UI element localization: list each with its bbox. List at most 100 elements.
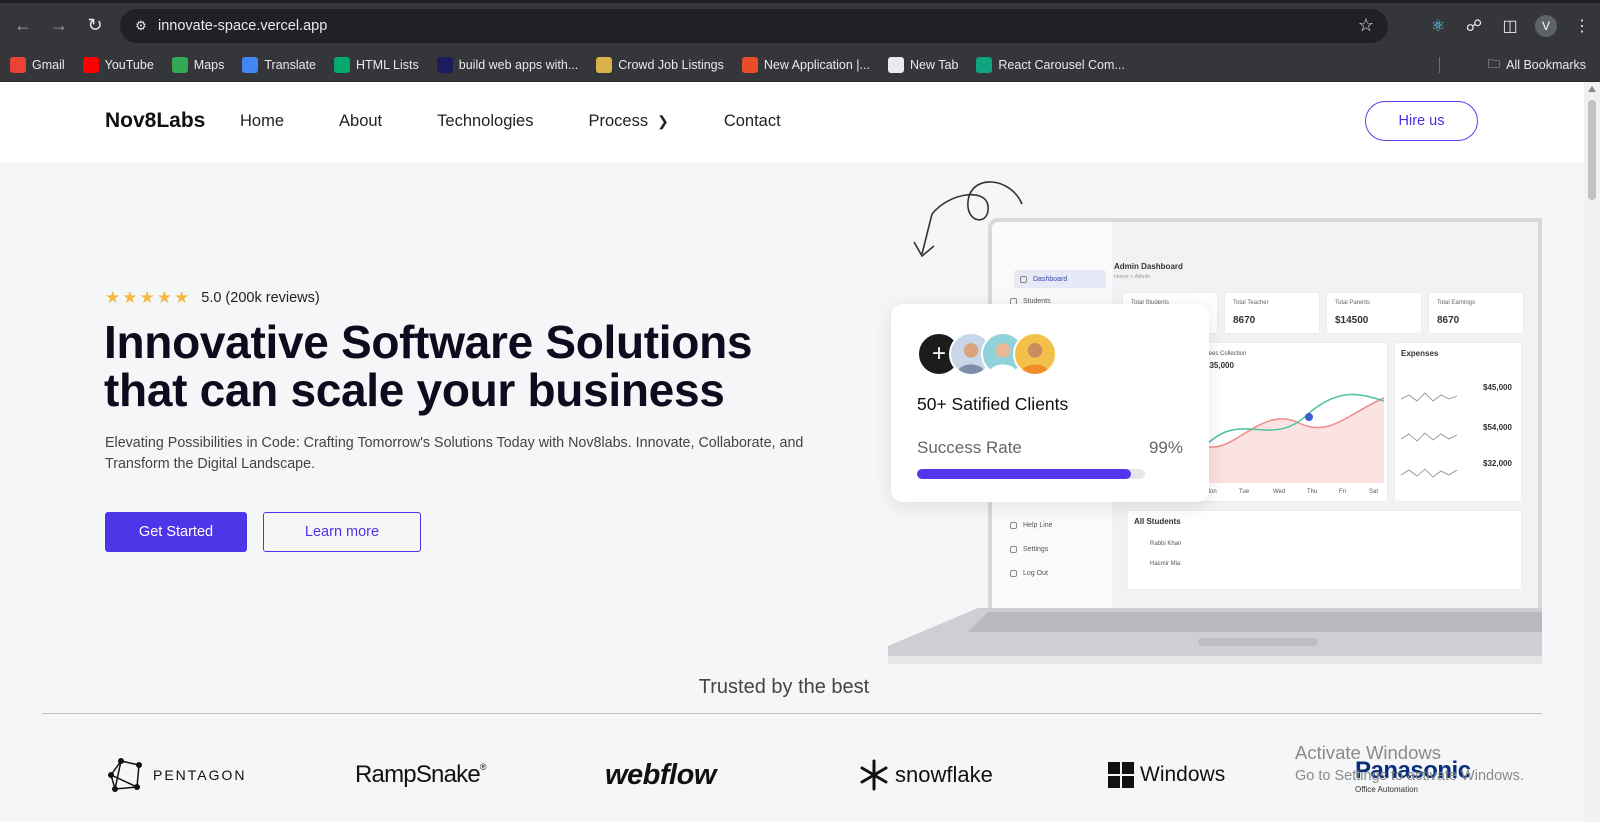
hero-title-line-2: that can scale your business [104, 364, 725, 416]
star-icon: ★ [122, 288, 138, 307]
snowflake-icon [860, 759, 888, 791]
success-rate-bar [917, 469, 1145, 479]
bookmark-label: New Application |... [763, 57, 870, 72]
url-text[interactable]: innovate-space.vercel.app [158, 18, 327, 34]
hero-title: Innovative Software Solutions that can s… [104, 318, 834, 414]
react-devtools-icon[interactable]: ⚛ [1420, 8, 1456, 44]
laptop-keyboard [888, 608, 1542, 664]
rating-text: 5.0 (200k reviews) [201, 290, 320, 306]
trusted-heading: Trusted by the best [698, 676, 870, 698]
bookmark-label: HTML Lists [356, 57, 419, 72]
success-rate-fill [917, 469, 1132, 479]
fees-line-chart [1199, 393, 1385, 483]
side-panel-icon[interactable]: ◫ [1492, 8, 1528, 44]
bookmark-item[interactable]: Maps [171, 56, 225, 73]
page-scrollbar[interactable] [1584, 82, 1600, 822]
bookmark-item[interactable]: New Tab [887, 56, 959, 73]
clients-card: + 50+ Satified Clients Success Rate 99% [891, 304, 1209, 502]
expense-value: $32,000 [1483, 459, 1512, 468]
stat-card: Total Parents $14500 [1326, 292, 1422, 334]
sidebar-item-settings: Settings [1010, 546, 1048, 553]
windows-icon [1108, 762, 1134, 788]
scroll-up-icon[interactable] [1588, 86, 1596, 92]
chatgpt-icon [976, 56, 993, 73]
dashboard-title: Admin Dashboard [1114, 262, 1183, 271]
students-table-card: All Students Rabbi Khan Hasmir Mia [1127, 510, 1522, 590]
application-icon [741, 56, 758, 73]
bookmark-label: New Tab [909, 57, 959, 72]
globe-icon [887, 56, 904, 73]
stat-card: Total Teacher 8670 [1224, 292, 1320, 334]
bookmark-item[interactable]: build web apps with... [436, 56, 578, 73]
webflow-logo: webflow [605, 758, 716, 791]
sidebar-item-help-line: Help Line [1010, 522, 1053, 529]
client-avatars: + [917, 332, 1057, 376]
get-started-button[interactable]: Get Started [105, 512, 247, 552]
nav-technologies[interactable]: Technologies [437, 112, 533, 131]
bookmark-star-icon[interactable]: ☆ [1358, 15, 1374, 36]
hire-us-button[interactable]: Hire us [1365, 101, 1478, 141]
all-bookmarks-label: All Bookmarks [1506, 58, 1586, 72]
folder-icon: 🗀 [1487, 56, 1501, 71]
dashboard-breadcrumb: Home > Admin [1114, 274, 1151, 280]
bookmark-label: Maps [193, 57, 225, 72]
back-icon[interactable]: ← [6, 9, 40, 43]
extensions-icon[interactable]: ☍ [1456, 8, 1492, 44]
day-label: Thu [1307, 489, 1318, 495]
bookmarks-separator [1439, 57, 1440, 73]
success-rate-value: 99% [1148, 438, 1183, 457]
hero-subtitle: Elevating Possibilities in Code: Craftin… [105, 435, 804, 472]
bookmark-item[interactable]: YouTube [82, 56, 154, 73]
scrollbar-thumb[interactable] [1588, 100, 1596, 200]
day-label: Sat [1369, 489, 1379, 495]
reload-icon[interactable]: ↻ [78, 9, 112, 43]
activate-windows-watermark: Activate Windows Go to Settings to activ… [1295, 742, 1524, 784]
rampsnake-logo: RampSnake ® [355, 761, 486, 788]
bookmark-item[interactable]: Translate [242, 56, 316, 73]
site-header: Nov8Labs Home About Technologies Process… [0, 82, 1584, 162]
bookmark-item[interactable]: HTML Lists [334, 56, 419, 73]
learn-more-button[interactable]: Learn more [263, 512, 421, 552]
nav-home[interactable]: Home [240, 112, 284, 131]
forward-icon[interactable]: → [42, 9, 76, 43]
student-name: Rabbi Khan [1150, 541, 1182, 547]
site-settings-icon[interactable]: ⚙ [130, 15, 152, 37]
profile-avatar[interactable]: V [1528, 8, 1564, 44]
brand-logo[interactable]: Nov8Labs [105, 109, 205, 133]
menu-icon[interactable]: ⋮ [1564, 8, 1600, 44]
nav-process[interactable]: Process ❯ [588, 112, 668, 131]
fees-chart-card: Fees Collection $35,000 Mon Tue Wed Thu … [1198, 342, 1388, 502]
person-icon [1020, 343, 1050, 374]
section-divider [42, 713, 1542, 714]
bookmarks-bar: Gmail YouTube Maps Translate HTML Lists build… [0, 48, 1600, 82]
maps-icon [171, 56, 188, 73]
windows-logo: Windows [1108, 752, 1225, 798]
star-icon: ★ [105, 288, 121, 307]
day-label: Tue [1239, 489, 1250, 495]
address-bar[interactable]: ⚙ innovate-space.vercel.app ☆ [120, 9, 1388, 43]
chevron-right-icon: ❯ [657, 113, 669, 129]
nav-contact[interactable]: Contact [724, 112, 781, 131]
pentagon-logo: PENTAGON [105, 752, 247, 798]
clients-count: 50+ Satified Clients [917, 394, 1069, 414]
stat-card: Total Earnings 8670 [1428, 292, 1524, 334]
hero-title-line-1: Innovative Software Solutions [104, 316, 753, 368]
bookmark-item[interactable]: Gmail [10, 56, 65, 73]
students-title: All Students [1134, 517, 1181, 526]
snowflake-logo: snowflake [857, 752, 993, 798]
star-icon: ★ [139, 288, 155, 307]
star-icon: ★ [156, 288, 172, 307]
all-bookmarks-button[interactable]: 🗀 All Bookmarks [1488, 48, 1586, 82]
browser-toolbar: ← → ↻ ⚙ innovate-space.vercel.app ☆ ⚛ ☍ … [0, 3, 1600, 48]
bookmark-item[interactable]: React Carousel Com... [976, 56, 1125, 73]
client-avatar [1013, 332, 1057, 376]
bookmark-label: React Carousel Com... [998, 57, 1125, 72]
nav-about[interactable]: About [339, 112, 382, 131]
day-label: Wed [1273, 489, 1286, 495]
sidebar-item-dashboard: Dashboard [1014, 270, 1106, 288]
bookmark-item[interactable]: New Application |... [741, 56, 870, 73]
pentagon-mark-icon [108, 758, 142, 792]
expenses-card: Expenses $45,000 $54,000 $32,000 [1394, 342, 1522, 502]
bookmark-item[interactable]: Crowd Job Listings [596, 56, 724, 73]
success-rate-label: Success Rate [917, 438, 1022, 457]
